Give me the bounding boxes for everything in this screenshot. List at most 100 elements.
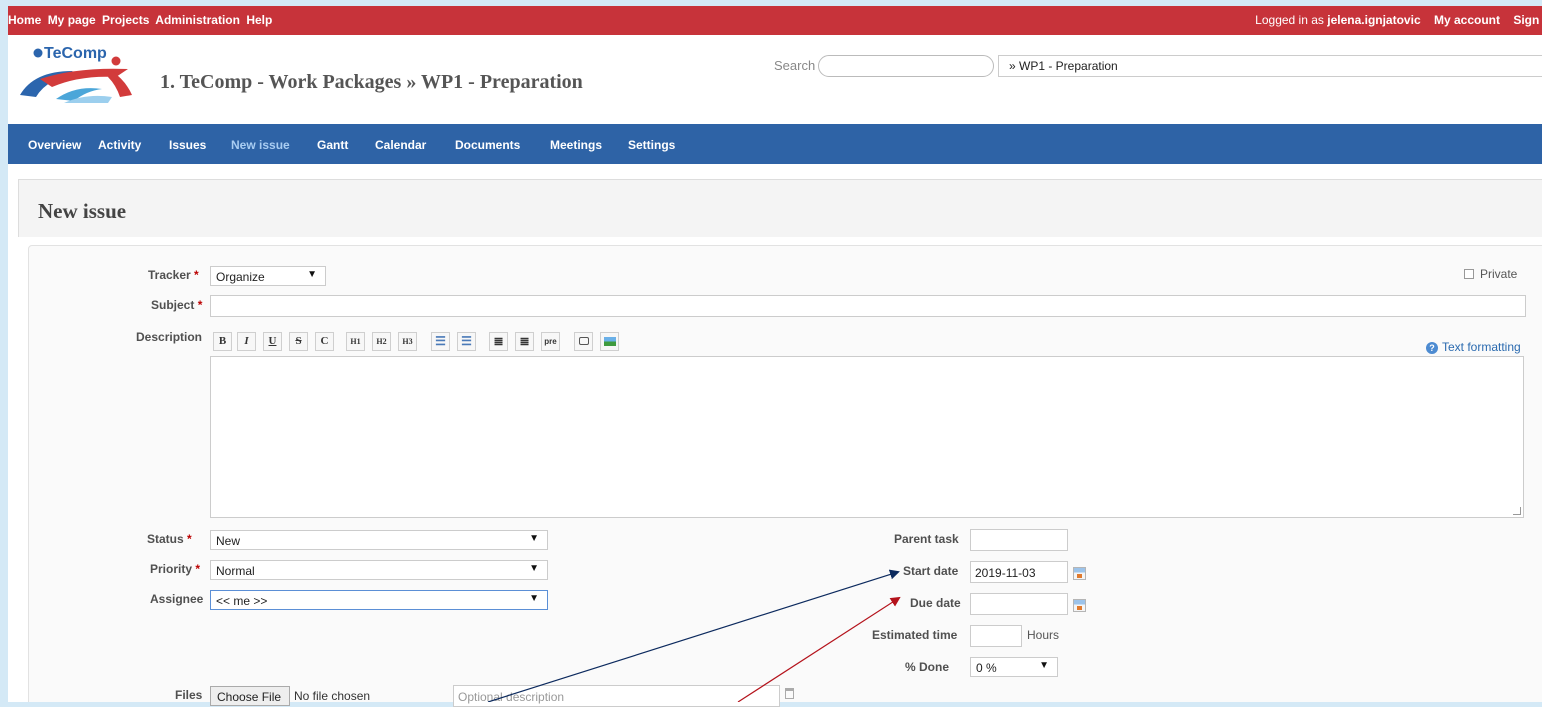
tab-meetings[interactable]: Meetings xyxy=(550,138,602,152)
chevron-down-icon: ▼ xyxy=(1039,660,1049,671)
description-textarea[interactable] xyxy=(210,356,1524,518)
link-button[interactable] xyxy=(574,332,593,351)
chevron-down-icon: ▼ xyxy=(529,563,539,574)
sign-out-link[interactable]: Sign o xyxy=(1513,13,1542,27)
assignee-select[interactable]: << me >> ▼ xyxy=(210,590,548,610)
status-select[interactable]: New ▼ xyxy=(210,530,548,550)
tab-overview[interactable]: Overview xyxy=(28,138,81,152)
priority-label: Priority * xyxy=(150,562,200,576)
outdent-button[interactable]: ≣ xyxy=(515,332,534,351)
text-formatting-link[interactable]: ? Text formatting xyxy=(1426,340,1521,354)
chevron-down-icon: ▼ xyxy=(529,593,539,604)
top-menu-home[interactable]: Home xyxy=(8,13,41,27)
pre-button[interactable]: pre xyxy=(541,332,560,351)
due-date-input[interactable] xyxy=(970,593,1068,615)
parent-task-input[interactable] xyxy=(970,529,1068,551)
strikethrough-button[interactable]: S xyxy=(289,332,308,351)
parent-task-label: Parent task xyxy=(894,532,959,546)
underline-button[interactable]: U xyxy=(263,332,282,351)
indent-icon: ≣ xyxy=(493,334,504,348)
tracker-value: Organize xyxy=(216,270,265,284)
done-ratio-value: 0 % xyxy=(976,661,997,675)
subject-input[interactable] xyxy=(210,295,1526,317)
choose-file-button[interactable]: Choose File xyxy=(210,686,290,706)
tab-new-issue[interactable]: New issue xyxy=(231,138,290,152)
list-icon: ☰ xyxy=(435,334,446,348)
tecomp-logo: TeComp xyxy=(20,45,132,103)
estimated-time-label: Estimated time xyxy=(872,628,958,642)
unordered-list-button[interactable]: ☰ xyxy=(431,332,450,351)
done-ratio-label: % Done xyxy=(905,660,950,674)
tab-settings[interactable]: Settings xyxy=(628,138,675,152)
image-icon xyxy=(603,337,616,346)
account-area: Logged in as jelena.ignjatovic My accoun… xyxy=(1255,13,1542,27)
main-menu: Overview Activity Issues New issue Gantt… xyxy=(8,124,1542,164)
logged-in-label: Logged in as xyxy=(1255,13,1324,27)
project-jump-box[interactable]: » WP1 - Preparation xyxy=(998,55,1542,77)
tracker-label-text: Tracker xyxy=(148,268,191,282)
assignee-label: Assignee xyxy=(150,592,204,606)
project-title: 1. TeComp - Work Packages » WP1 - Prepar… xyxy=(160,71,583,93)
tab-issues[interactable]: Issues xyxy=(169,138,206,152)
subject-label-text: Subject xyxy=(151,298,195,312)
ordered-list-button[interactable]: ☰ xyxy=(457,332,476,351)
header: TeComp 1. TeComp - Work Packages » WP1 -… xyxy=(8,35,1542,124)
link-icon xyxy=(578,337,589,345)
done-ratio-select[interactable]: 0 % ▼ xyxy=(970,657,1058,677)
tab-calendar[interactable]: Calendar xyxy=(375,138,426,152)
page-title: New issue xyxy=(38,199,127,223)
priority-label-text: Priority xyxy=(150,562,193,576)
calendar-icon[interactable] xyxy=(1073,567,1086,580)
due-date-label: Due date xyxy=(910,596,961,610)
text-formatting-label: Text formatting xyxy=(1442,340,1521,354)
calendar-icon[interactable] xyxy=(1073,599,1086,612)
required-marker: * xyxy=(195,562,201,576)
code-button[interactable]: C xyxy=(315,332,334,351)
my-account-link[interactable]: My account xyxy=(1434,13,1500,27)
checkbox-icon[interactable] xyxy=(1464,269,1474,279)
resize-handle-icon[interactable] xyxy=(1513,507,1521,515)
outdent-icon: ≣ xyxy=(519,334,530,348)
top-menu-bar: Home My page Projects Administration Hel… xyxy=(8,6,1542,35)
file-description-input[interactable]: Optional description xyxy=(453,685,780,707)
top-menu-my-page[interactable]: My page xyxy=(48,13,96,27)
italic-button[interactable]: I xyxy=(237,332,256,351)
bold-button[interactable]: B xyxy=(213,332,232,351)
chevron-down-icon: ▼ xyxy=(529,533,539,544)
indent-button[interactable]: ≣ xyxy=(489,332,508,351)
subject-label: Subject * xyxy=(151,298,202,312)
search-label: Search xyxy=(774,58,816,73)
heading1-button[interactable]: H1 xyxy=(346,332,365,351)
hours-unit: Hours xyxy=(1027,628,1060,642)
priority-select[interactable]: Normal ▼ xyxy=(210,560,548,580)
tab-gantt[interactable]: Gantt xyxy=(317,138,348,152)
top-menu: Home My page Projects Administration Hel… xyxy=(8,13,275,27)
tracker-select[interactable]: Organize ▼ xyxy=(210,266,326,286)
top-menu-projects[interactable]: Projects xyxy=(102,13,149,27)
private-checkbox[interactable]: Private xyxy=(1464,267,1517,281)
content-header: New issue xyxy=(18,179,1542,237)
username-link[interactable]: jelena.ignjatovic xyxy=(1327,13,1420,27)
start-date-input[interactable]: 2019-11-03 xyxy=(970,561,1068,583)
image-button[interactable] xyxy=(600,332,619,351)
required-marker: * xyxy=(187,532,192,546)
tab-activity[interactable]: Activity xyxy=(98,138,141,152)
heading3-button[interactable]: H3 xyxy=(398,332,417,351)
tab-documents[interactable]: Documents xyxy=(455,138,520,152)
required-marker: * xyxy=(197,298,203,312)
search-input[interactable] xyxy=(818,55,994,77)
files-label: Files xyxy=(175,688,203,702)
description-label: Description xyxy=(136,330,203,344)
status-label: Status * xyxy=(147,532,192,546)
private-label: Private xyxy=(1480,267,1518,281)
status-value: New xyxy=(216,534,241,548)
logo-text: TeComp xyxy=(44,45,107,62)
top-menu-help[interactable]: Help xyxy=(246,13,272,27)
assignee-value: << me >> xyxy=(216,594,268,608)
estimated-time-input[interactable] xyxy=(970,625,1022,647)
top-menu-administration[interactable]: Administration xyxy=(155,13,240,27)
heading2-button[interactable]: H2 xyxy=(372,332,391,351)
trash-icon[interactable] xyxy=(785,688,794,699)
no-file-status: No file chosen xyxy=(294,689,371,703)
help-icon: ? xyxy=(1426,342,1438,354)
